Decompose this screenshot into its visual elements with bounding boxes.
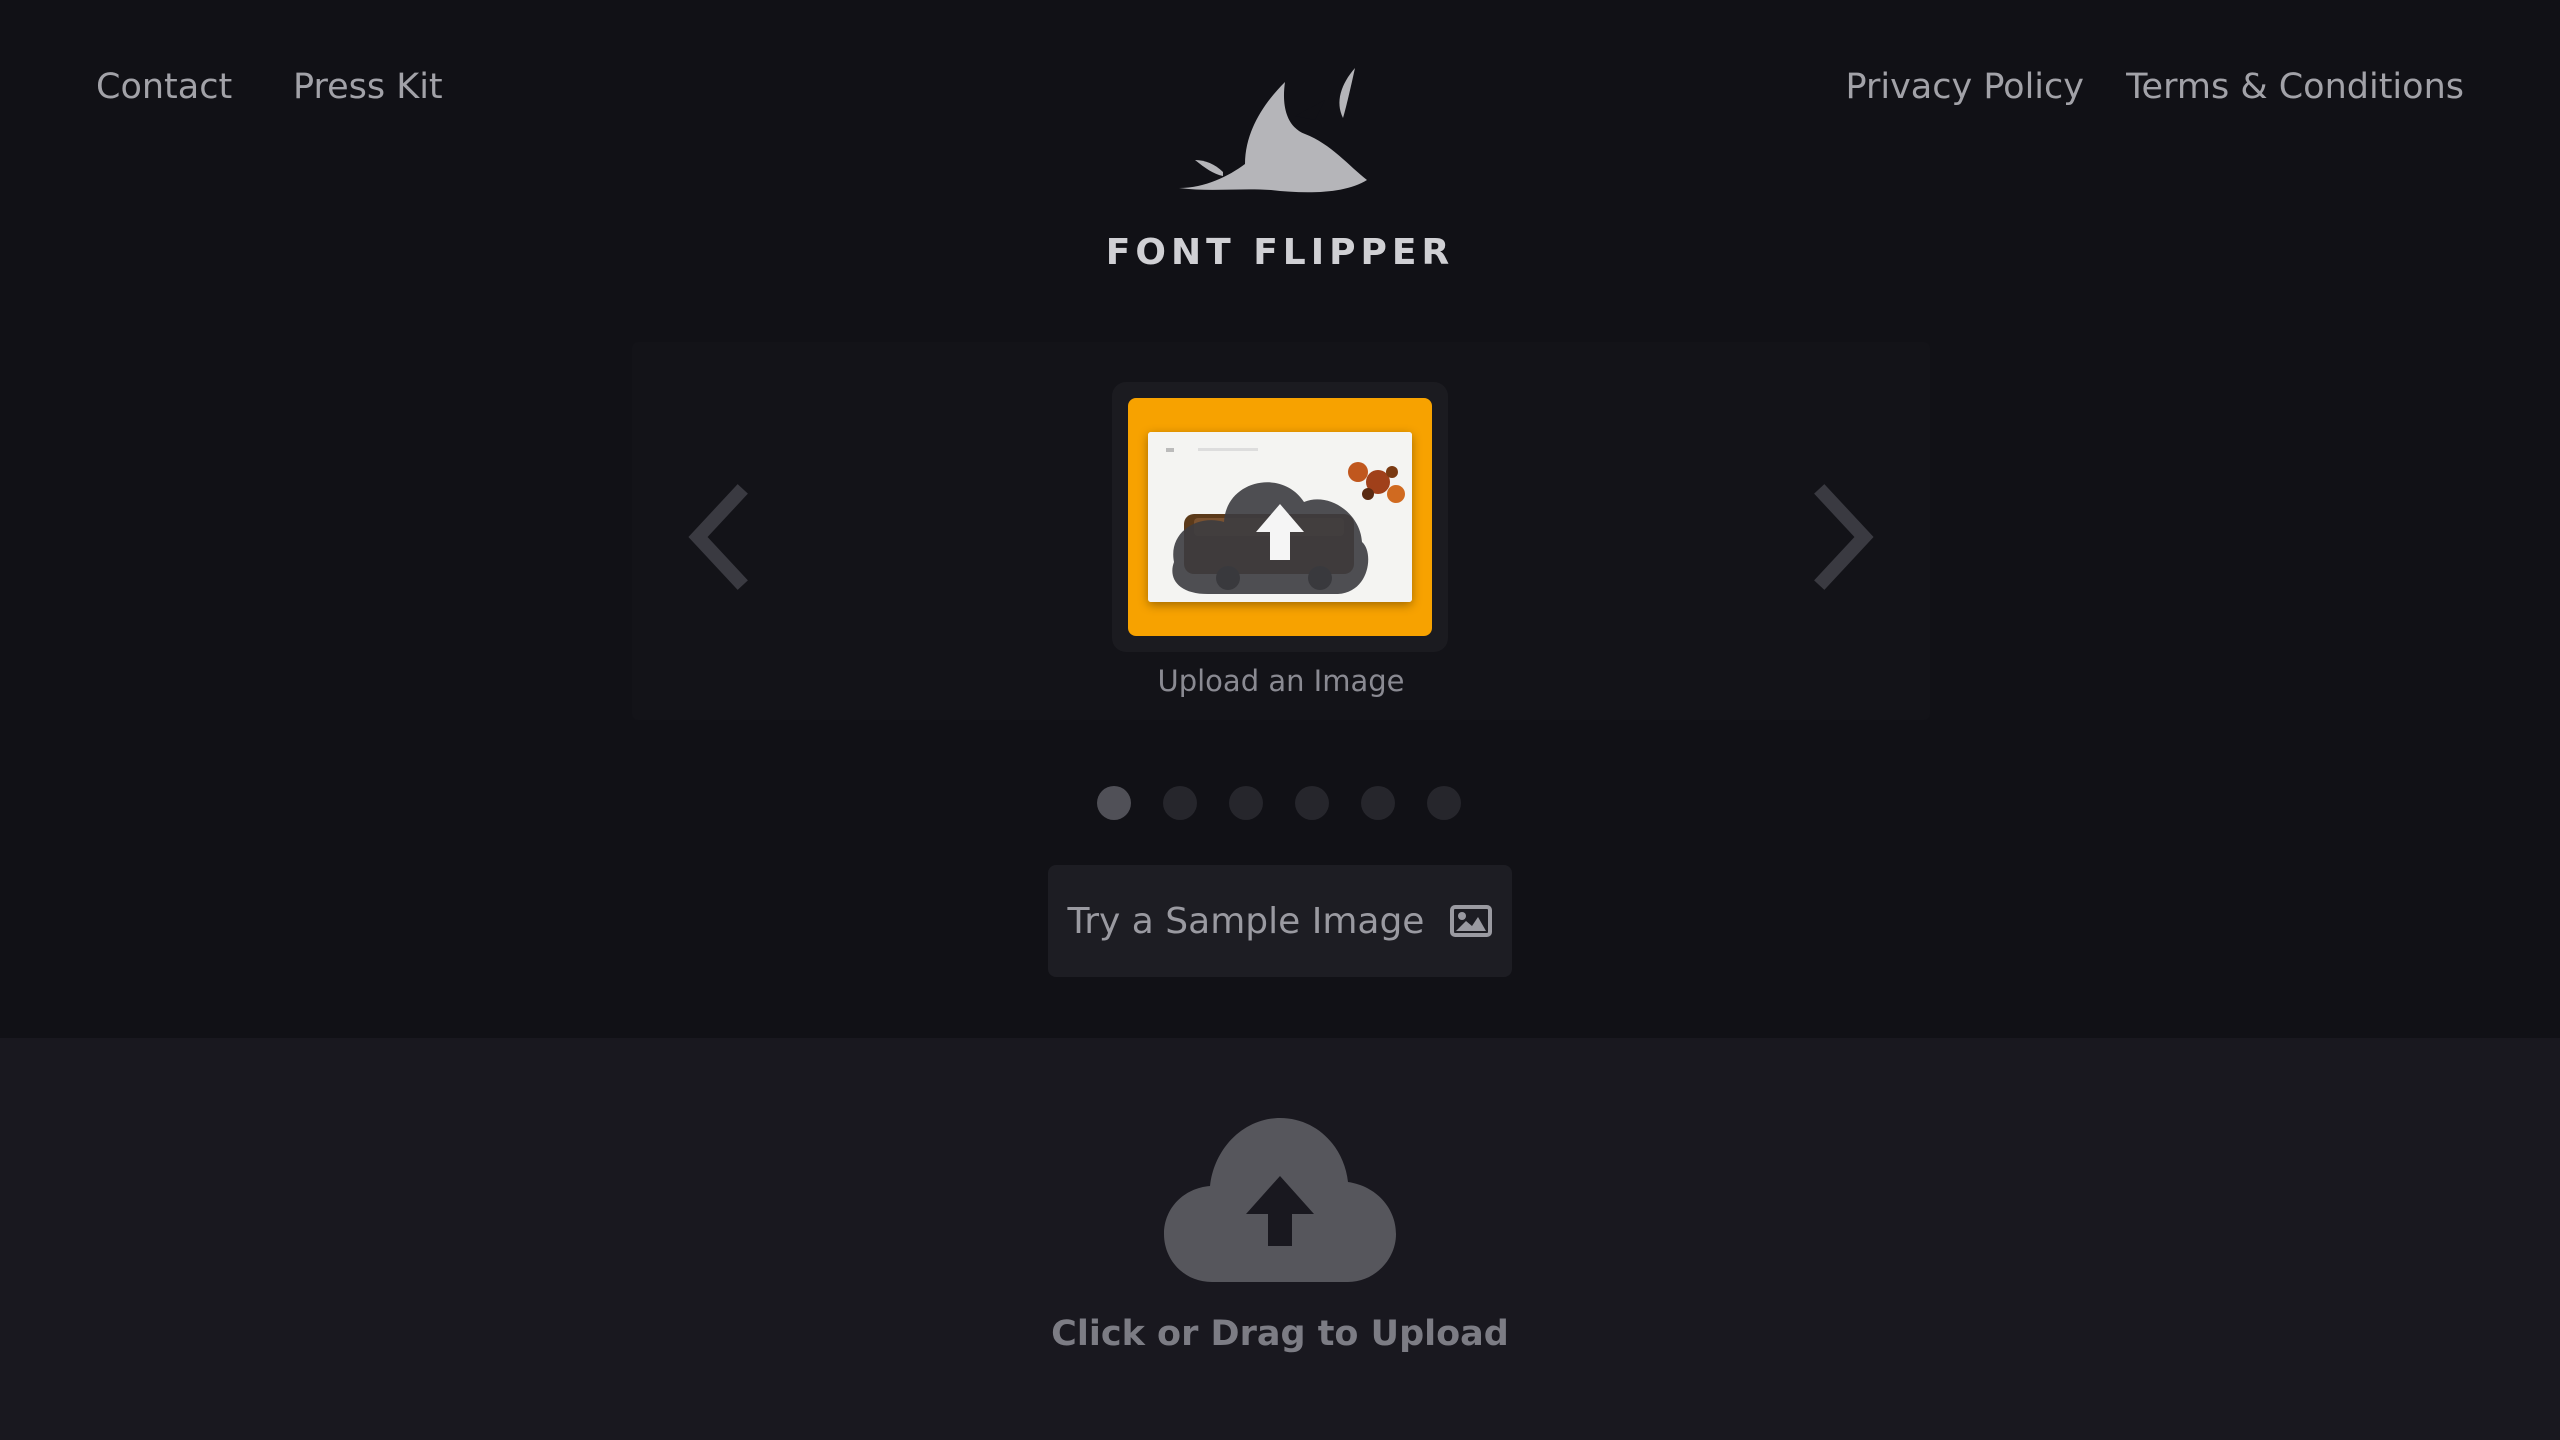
- try-sample-image-label: Try a Sample Image: [1067, 900, 1425, 942]
- upload-dropzone[interactable]: Click or Drag to Upload: [0, 1038, 2560, 1440]
- slide-caption: Upload an Image: [1157, 664, 1405, 698]
- van-preview-illustration: [1148, 432, 1412, 602]
- shark-logo-icon[interactable]: [1175, 60, 1371, 200]
- upload-label: Click or Drag to Upload: [1051, 1314, 1509, 1354]
- chevron-left-icon[interactable]: [680, 482, 760, 592]
- carousel-dot-6[interactable]: [1427, 786, 1461, 820]
- cloud-upload-icon: [1164, 1118, 1396, 1282]
- carousel-dot-4[interactable]: [1295, 786, 1329, 820]
- header: Contact Press Kit Privacy Policy Terms &…: [0, 0, 2560, 300]
- carousel-dot-1[interactable]: [1097, 786, 1131, 820]
- try-sample-image-button[interactable]: Try a Sample Image: [1048, 865, 1512, 977]
- carousel-pagination: [1097, 786, 1461, 820]
- nav-terms-link[interactable]: Terms & Conditions: [2126, 63, 2464, 111]
- nav-contact-link[interactable]: Contact: [96, 63, 232, 111]
- slide-preview-image: [1148, 432, 1412, 602]
- slide-upload-image[interactable]: [1128, 398, 1432, 636]
- carousel-dot-2[interactable]: [1163, 786, 1197, 820]
- image-icon: [1450, 905, 1493, 937]
- feature-carousel: Upload an Image: [632, 342, 1930, 720]
- carousel-dot-5[interactable]: [1361, 786, 1395, 820]
- carousel-dot-3[interactable]: [1229, 786, 1263, 820]
- nav-privacy-policy-link[interactable]: Privacy Policy: [1845, 63, 2084, 111]
- brand-title: FONT FLIPPER: [1105, 232, 1455, 273]
- page: Contact Press Kit Privacy Policy Terms &…: [0, 0, 2560, 1440]
- nav-press-kit-link[interactable]: Press Kit: [293, 63, 443, 111]
- chevron-right-icon[interactable]: [1802, 482, 1882, 592]
